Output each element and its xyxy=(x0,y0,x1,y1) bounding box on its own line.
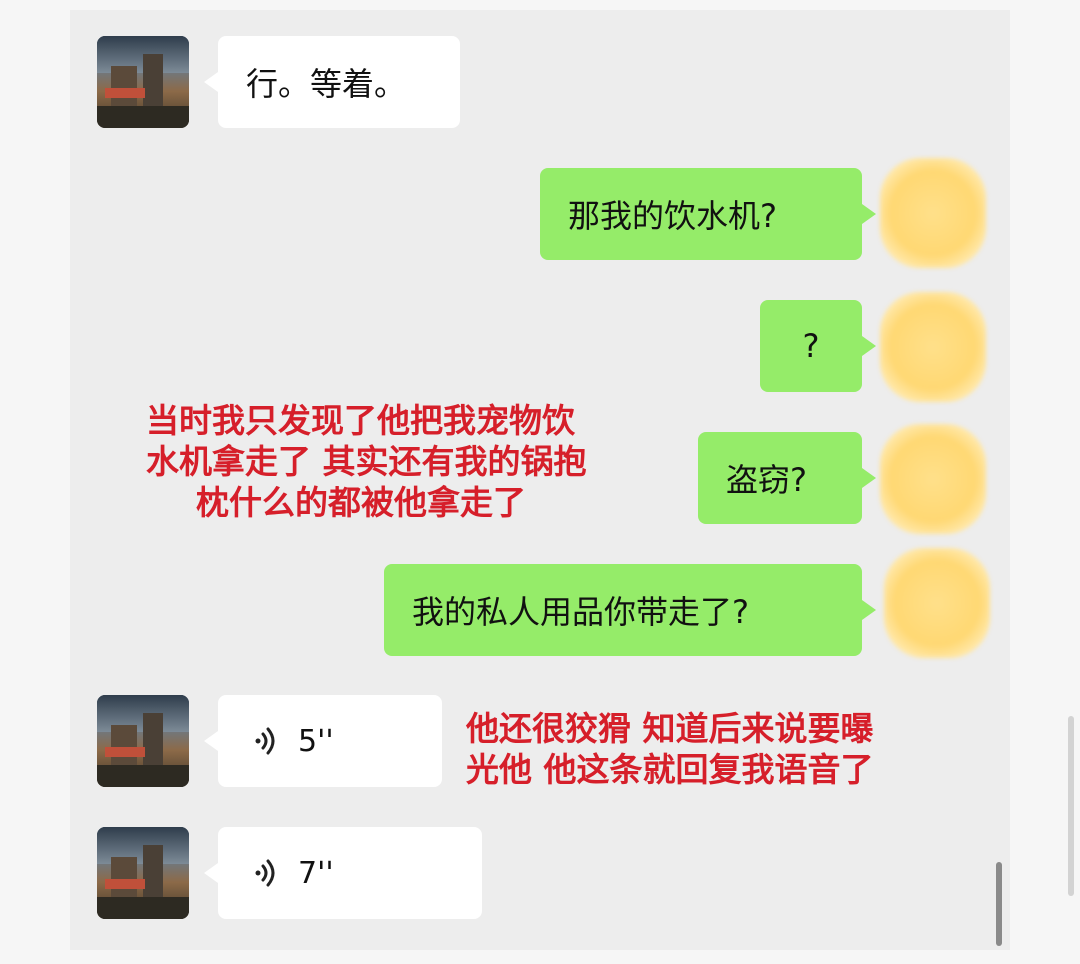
voice-wave-icon xyxy=(250,857,282,889)
message-text: 盗窃? xyxy=(726,461,807,499)
voice-wave-icon xyxy=(250,725,282,757)
annotation-line: 光他 他这条就回复我语音了 xyxy=(466,750,874,789)
voice-message-bubble[interactable]: 5'' xyxy=(204,695,442,787)
annotation-line: 枕什么的都被他拿走了 xyxy=(196,483,526,522)
message-bubble-right[interactable]: 那我的饮水机? xyxy=(540,168,876,260)
message-bubble-right[interactable]: 我的私人用品你带走了? xyxy=(384,564,876,656)
message-text: 那我的饮水机? xyxy=(568,197,777,235)
blurred-self-avatar[interactable] xyxy=(880,158,986,268)
page-scroll-indicator[interactable] xyxy=(1068,716,1074,896)
contact-avatar[interactable] xyxy=(97,827,189,919)
message-bubble-right[interactable]: ? xyxy=(760,300,876,392)
annotation-line: 当时我只发现了他把我宠物饮 xyxy=(146,401,575,440)
message-text: ? xyxy=(802,327,820,365)
message-text: 我的私人用品你带走了? xyxy=(412,593,749,631)
contact-avatar[interactable] xyxy=(97,695,189,787)
annotation-note: 他还很狡猾 知道后来说要曝 光他 他这条就回复我语音了 xyxy=(466,708,986,790)
blurred-self-avatar[interactable] xyxy=(884,548,990,658)
annotation-note: 当时我只发现了他把我宠物饮 水机拿走了 其实还有我的锅抱 枕什么的都被他拿走了 xyxy=(146,400,646,523)
voice-duration: 7'' xyxy=(298,855,334,891)
message-bubble-right[interactable]: 盗窃? xyxy=(698,432,876,524)
blurred-self-avatar[interactable] xyxy=(880,424,986,534)
message-text: 行。等着。 xyxy=(246,65,407,103)
annotation-line: 他还很狡猾 知道后来说要曝 xyxy=(466,709,874,748)
contact-avatar[interactable] xyxy=(97,36,189,128)
scrollbar-thumb[interactable] xyxy=(996,862,1002,946)
voice-message-bubble[interactable]: 7'' xyxy=(204,827,482,919)
blurred-self-avatar[interactable] xyxy=(880,292,986,402)
message-bubble-left[interactable]: 行。等着。 xyxy=(204,36,460,128)
annotation-line: 水机拿走了 其实还有我的锅抱 xyxy=(146,442,587,481)
voice-duration: 5'' xyxy=(298,723,334,759)
